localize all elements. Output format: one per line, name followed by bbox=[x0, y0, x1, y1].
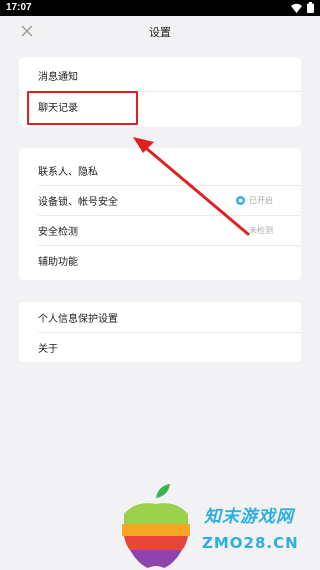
settings-item-label: 设备锁、帐号安全 bbox=[38, 197, 118, 208]
apple-logo-icon bbox=[122, 484, 190, 568]
settings-item-device-lock[interactable]: 设备锁、帐号安全 已开启 bbox=[19, 186, 301, 215]
security-status: 已开启 bbox=[236, 195, 273, 206]
settings-item-about[interactable]: 关于 bbox=[19, 333, 301, 362]
wifi-icon bbox=[291, 3, 302, 13]
battery-icon bbox=[307, 2, 314, 13]
status-text: 已开启 bbox=[249, 196, 273, 205]
settings-item-label: 辅助功能 bbox=[38, 257, 78, 268]
status-bar: 17:07 bbox=[0, 0, 320, 16]
status-text: 未检测 bbox=[249, 226, 273, 235]
settings-item-label: 消息通知 bbox=[38, 72, 78, 83]
settings-item-label: 安全检测 bbox=[38, 227, 78, 238]
settings-group-3: 个人信息保护设置 关于 bbox=[19, 302, 301, 362]
status-icons bbox=[291, 2, 314, 13]
settings-item-label: 关于 bbox=[38, 344, 58, 355]
check-circle-icon bbox=[236, 196, 245, 205]
settings-item-contacts-privacy[interactable]: 联系人、隐私 bbox=[19, 156, 301, 185]
watermark-domain: ZMO28.CN bbox=[202, 534, 299, 552]
watermark-brand: 知末游戏网 bbox=[204, 507, 294, 527]
watermark: 知末游戏网 ZMO28.CN bbox=[118, 484, 318, 570]
settings-item-security-check[interactable]: 安全检测 未检测 bbox=[19, 216, 301, 245]
highlight-box bbox=[27, 91, 138, 125]
page-title: 设置 bbox=[149, 26, 171, 39]
security-check-status: 未检测 bbox=[249, 225, 273, 236]
settings-item-personal-info-protection[interactable]: 个人信息保护设置 bbox=[19, 303, 301, 332]
settings-group-2: 联系人、隐私 设备锁、帐号安全 已开启 安全检测 未检测 辅助功能 bbox=[19, 148, 301, 280]
header: 设置 bbox=[0, 16, 320, 48]
status-time: 17:07 bbox=[6, 2, 32, 13]
settings-item-label: 联系人、隐私 bbox=[38, 167, 98, 178]
settings-item-notifications[interactable]: 消息通知 bbox=[19, 61, 301, 90]
settings-item-accessibility[interactable]: 辅助功能 bbox=[19, 246, 301, 275]
settings-item-label: 个人信息保护设置 bbox=[38, 314, 118, 325]
